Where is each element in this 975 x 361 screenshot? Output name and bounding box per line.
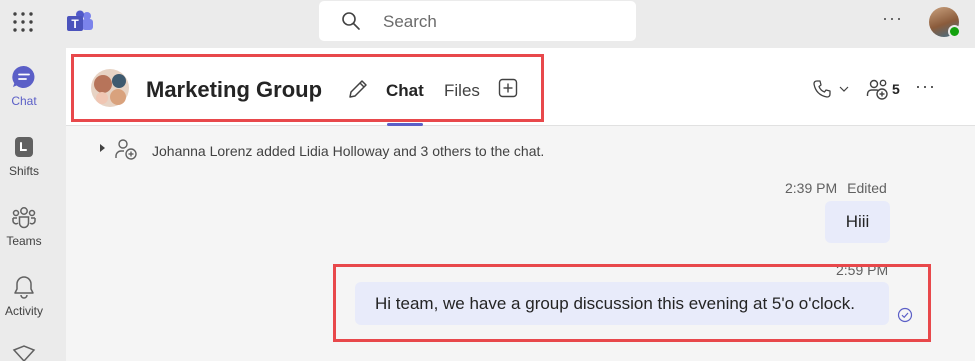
phone-icon[interactable]	[812, 79, 832, 99]
group-name: Marketing Group	[146, 77, 323, 102]
tab-files[interactable]: Files	[444, 81, 480, 101]
more-icon[interactable]: ···	[882, 8, 903, 29]
participants-count[interactable]: 5	[892, 81, 900, 97]
rail-item-teams[interactable]: Teams	[0, 204, 48, 248]
rail-label: Shifts	[8, 164, 39, 178]
group-avatar[interactable]	[90, 68, 132, 108]
svg-text:T: T	[71, 17, 79, 31]
chat-icon	[12, 65, 35, 88]
message-time: 2:59 PM	[836, 262, 889, 278]
apps-icon[interactable]	[11, 344, 37, 361]
message-time: 2:39 PM	[785, 180, 838, 196]
add-tab-icon[interactable]	[498, 78, 518, 98]
rail-item-activity[interactable]: Activity	[0, 274, 48, 318]
more-options-icon[interactable]: ···	[915, 76, 936, 97]
rail-item-chat[interactable]: Chat	[0, 64, 48, 108]
chat-panel: Marketing Group Chat Files 5 ··· Johanna…	[66, 48, 975, 361]
chat-header: Marketing Group Chat Files 5 ···	[66, 48, 975, 126]
top-bar: T Search ···	[0, 0, 975, 48]
teams-icon	[12, 207, 36, 229]
rail-item-shifts[interactable]: Shifts	[0, 134, 48, 178]
app-rail: Chat Shifts Teams Activity	[0, 48, 66, 361]
message-bubble[interactable]: Hiii	[825, 201, 890, 243]
shifts-icon	[15, 137, 33, 157]
apps-waffle-icon[interactable]	[12, 11, 34, 33]
message-edited-label: Edited	[847, 180, 887, 196]
expand-caret-icon[interactable]	[100, 144, 105, 152]
rail-label: Chat	[11, 94, 37, 108]
pencil-icon[interactable]	[347, 78, 369, 100]
system-message: Johanna Lorenz added Lidia Holloway and …	[152, 143, 545, 159]
person-add-icon	[115, 139, 137, 160]
search-input[interactable]: Search	[383, 12, 437, 32]
presence-available-icon	[948, 25, 961, 38]
search-icon	[342, 12, 360, 30]
search-box[interactable]: Search	[319, 1, 636, 41]
rail-label: Teams	[6, 234, 42, 248]
chevron-down-icon[interactable]	[839, 84, 849, 94]
read-receipt-icon	[897, 307, 913, 323]
message-meta: 2:39 PM Edited	[785, 180, 887, 196]
bell-icon	[14, 276, 34, 299]
people-icon[interactable]	[866, 78, 890, 100]
rail-label: Activity	[4, 304, 43, 318]
teams-logo-icon[interactable]: T	[66, 10, 94, 34]
message-bubble[interactable]: Hi team, we have a group discussion this…	[355, 282, 889, 325]
tab-chat[interactable]: Chat	[386, 81, 424, 101]
active-tab-indicator	[387, 123, 423, 126]
